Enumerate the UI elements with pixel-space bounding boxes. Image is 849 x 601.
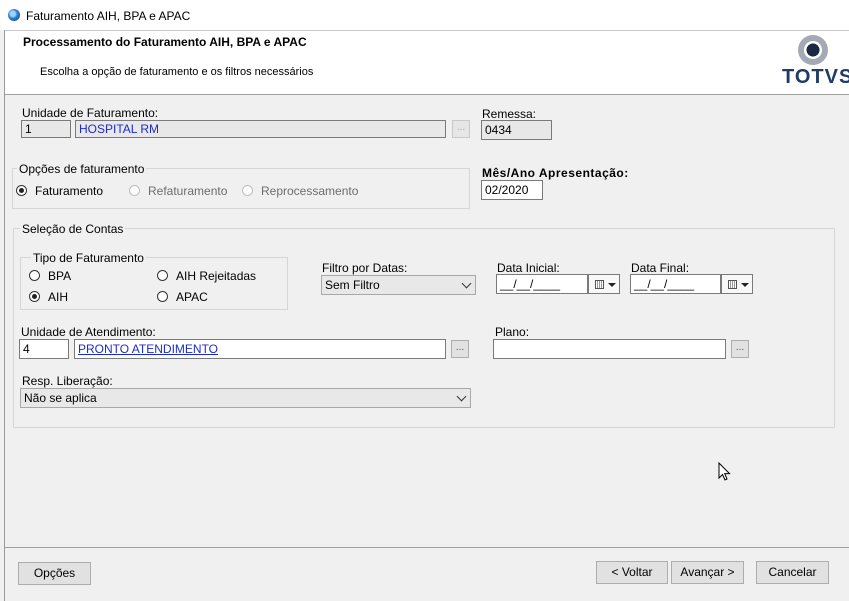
radio-refaturamento-label: Refaturamento (148, 184, 228, 198)
unidade-atendimento-label: Unidade de Atendimento: (21, 325, 156, 339)
dropdown-arrow-icon (741, 283, 749, 287)
cancelar-button[interactable]: Cancelar (756, 561, 829, 584)
radio-reprocessamento-dot[interactable] (242, 185, 253, 196)
app-icon (8, 9, 20, 21)
radio-refaturamento-dot[interactable] (129, 185, 140, 196)
radio-apac-dot[interactable] (157, 291, 168, 302)
data-inicial-calendar-button[interactable] (588, 274, 620, 294)
data-inicial-label: Data Inicial: (497, 261, 560, 275)
voltar-button[interactable]: < Voltar (596, 561, 668, 584)
radio-faturamento[interactable]: Faturamento (16, 184, 116, 200)
radio-aih-label: AIH (48, 290, 69, 304)
radio-bpa[interactable]: BPA (29, 269, 99, 285)
chevron-down-icon (456, 391, 467, 402)
mes-ano-input[interactable]: 02/2020 (481, 180, 543, 200)
selecao-contas-title: Seleção de Contas (20, 222, 126, 236)
page-subtitle: Escolha a opção de faturamento e os filt… (40, 66, 314, 78)
calendar-icon (728, 280, 737, 289)
window-title: Faturamento AIH, BPA e APAC (26, 9, 191, 23)
data-final-label: Data Final: (631, 261, 690, 275)
plano-lookup-button[interactable]: ... (731, 340, 749, 358)
mouse-cursor-icon (718, 462, 731, 481)
radio-reprocessamento-label: Reprocessamento (261, 184, 359, 198)
radio-faturamento-label: Faturamento (35, 184, 104, 198)
radio-refaturamento[interactable]: Refaturamento (129, 184, 239, 200)
footer-divider (5, 547, 849, 548)
unidade-faturamento-code-field: 1 (21, 120, 71, 138)
frame-left-border (4, 30, 5, 601)
avancar-button[interactable]: Avançar > (671, 561, 744, 584)
data-inicial-input[interactable]: __/__/____ (496, 274, 588, 294)
dropdown-arrow-icon (608, 283, 616, 287)
remessa-label: Remessa: (482, 107, 537, 121)
plano-input[interactable] (493, 339, 726, 359)
radio-apac-label: APAC (176, 290, 208, 304)
resp-liberacao-value: Não se aplica (24, 391, 97, 405)
data-final-calendar-button[interactable] (721, 274, 753, 294)
radio-apac[interactable]: APAC (157, 290, 227, 306)
opcoes-button[interactable]: Opções (18, 562, 91, 585)
totvs-logo-icon (798, 35, 828, 65)
radio-aih[interactable]: AIH (29, 290, 99, 306)
filtro-datas-label: Filtro por Datas: (322, 261, 408, 275)
radio-aih-rejeitadas-dot[interactable] (157, 270, 168, 281)
tipo-faturamento-title: Tipo de Faturamento (31, 251, 146, 265)
unidade-faturamento-name-field: HOSPITAL RM (75, 120, 446, 138)
radio-aih-rejeitadas[interactable]: AIH Rejeitadas (157, 269, 267, 285)
radio-bpa-dot[interactable] (29, 270, 40, 281)
mes-ano-label: Mês/Ano Apresentação: (482, 166, 629, 180)
plano-label: Plano: (495, 325, 530, 339)
radio-reprocessamento[interactable]: Reprocessamento (242, 184, 362, 200)
unidade-faturamento-lookup-button[interactable]: ... (452, 120, 470, 138)
resp-liberacao-select[interactable]: Não se aplica (20, 388, 471, 408)
filtro-datas-select[interactable]: Sem Filtro (321, 275, 476, 295)
radio-aih-dot[interactable] (29, 291, 40, 302)
chevron-down-icon (461, 278, 472, 289)
remessa-field: 0434 (481, 120, 552, 140)
resp-liberacao-label: Resp. Liberação: (22, 374, 113, 388)
radio-bpa-label: BPA (48, 269, 72, 283)
unidade-atendimento-code-input[interactable]: 4 (19, 339, 69, 359)
radio-aih-rejeitadas-label: AIH Rejeitadas (176, 269, 257, 283)
totvs-logo-text: TOTVS (782, 66, 849, 88)
page-title: Processamento do Faturamento AIH, BPA e … (23, 35, 307, 49)
unidade-atendimento-name-link[interactable]: PRONTO ATENDIMENTO (78, 342, 218, 356)
opcoes-faturamento-title: Opções de faturamento (17, 162, 147, 176)
unidade-atendimento-name-field[interactable]: PRONTO ATENDIMENTO (74, 339, 446, 359)
radio-faturamento-dot[interactable] (16, 185, 27, 196)
filtro-datas-value: Sem Filtro (325, 278, 380, 292)
unidade-atendimento-lookup-button[interactable]: ... (451, 340, 469, 358)
data-final-input[interactable]: __/__/____ (630, 274, 721, 294)
unidade-faturamento-label: Unidade de Faturamento: (22, 106, 159, 120)
calendar-icon (595, 280, 604, 289)
